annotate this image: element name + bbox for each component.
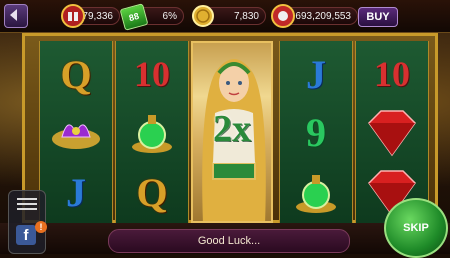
side-menu[interactable]: f !	[8, 190, 47, 254]
back-arrow-icon	[10, 9, 17, 21]
chips-gift-icon	[271, 4, 295, 28]
symbol-10: 10	[134, 54, 170, 94]
lily-symbol	[40, 103, 112, 161]
reel-1: Q J	[39, 41, 113, 223]
wild-multiplier: 2x	[213, 108, 251, 150]
symbol-10: 10	[374, 54, 410, 94]
level-gift-icon[interactable]	[60, 3, 86, 29]
buy-button[interactable]: BUY	[358, 7, 398, 27]
reel-5: 10	[355, 41, 429, 223]
symbol-q: Q	[60, 51, 92, 97]
menu-icon[interactable]	[17, 197, 37, 211]
potion-icon	[296, 175, 336, 213]
top-bar: 279,336 6% 88 7,830 6,693,209,553 BUY	[0, 0, 450, 33]
ruby-symbol	[356, 103, 428, 161]
slot-frame: Q J 10 Q 2x J 9 10	[22, 33, 438, 223]
symbol-q: Q	[136, 169, 168, 215]
symbol-j: J	[306, 51, 326, 97]
reel-4: J 9	[279, 41, 353, 223]
symbol-j: J	[66, 169, 86, 215]
wild-reel: 2x	[191, 41, 273, 223]
back-button[interactable]	[4, 4, 28, 28]
gold-coin-icon	[192, 5, 214, 27]
ruby-icon	[368, 110, 416, 157]
facebook-icon[interactable]: f	[16, 225, 36, 245]
status-message: Good Luck...	[108, 229, 350, 253]
potion-symbol	[116, 103, 188, 161]
skip-button[interactable]: SKIP	[384, 198, 448, 258]
level-badge: 88	[119, 3, 149, 31]
potion-icon	[132, 115, 172, 153]
reel-2: 10 Q	[115, 41, 189, 223]
potion-symbol	[280, 163, 352, 221]
lily-icon	[52, 124, 100, 149]
symbol-9: 9	[306, 109, 326, 155]
notification-icon: !	[35, 221, 47, 233]
